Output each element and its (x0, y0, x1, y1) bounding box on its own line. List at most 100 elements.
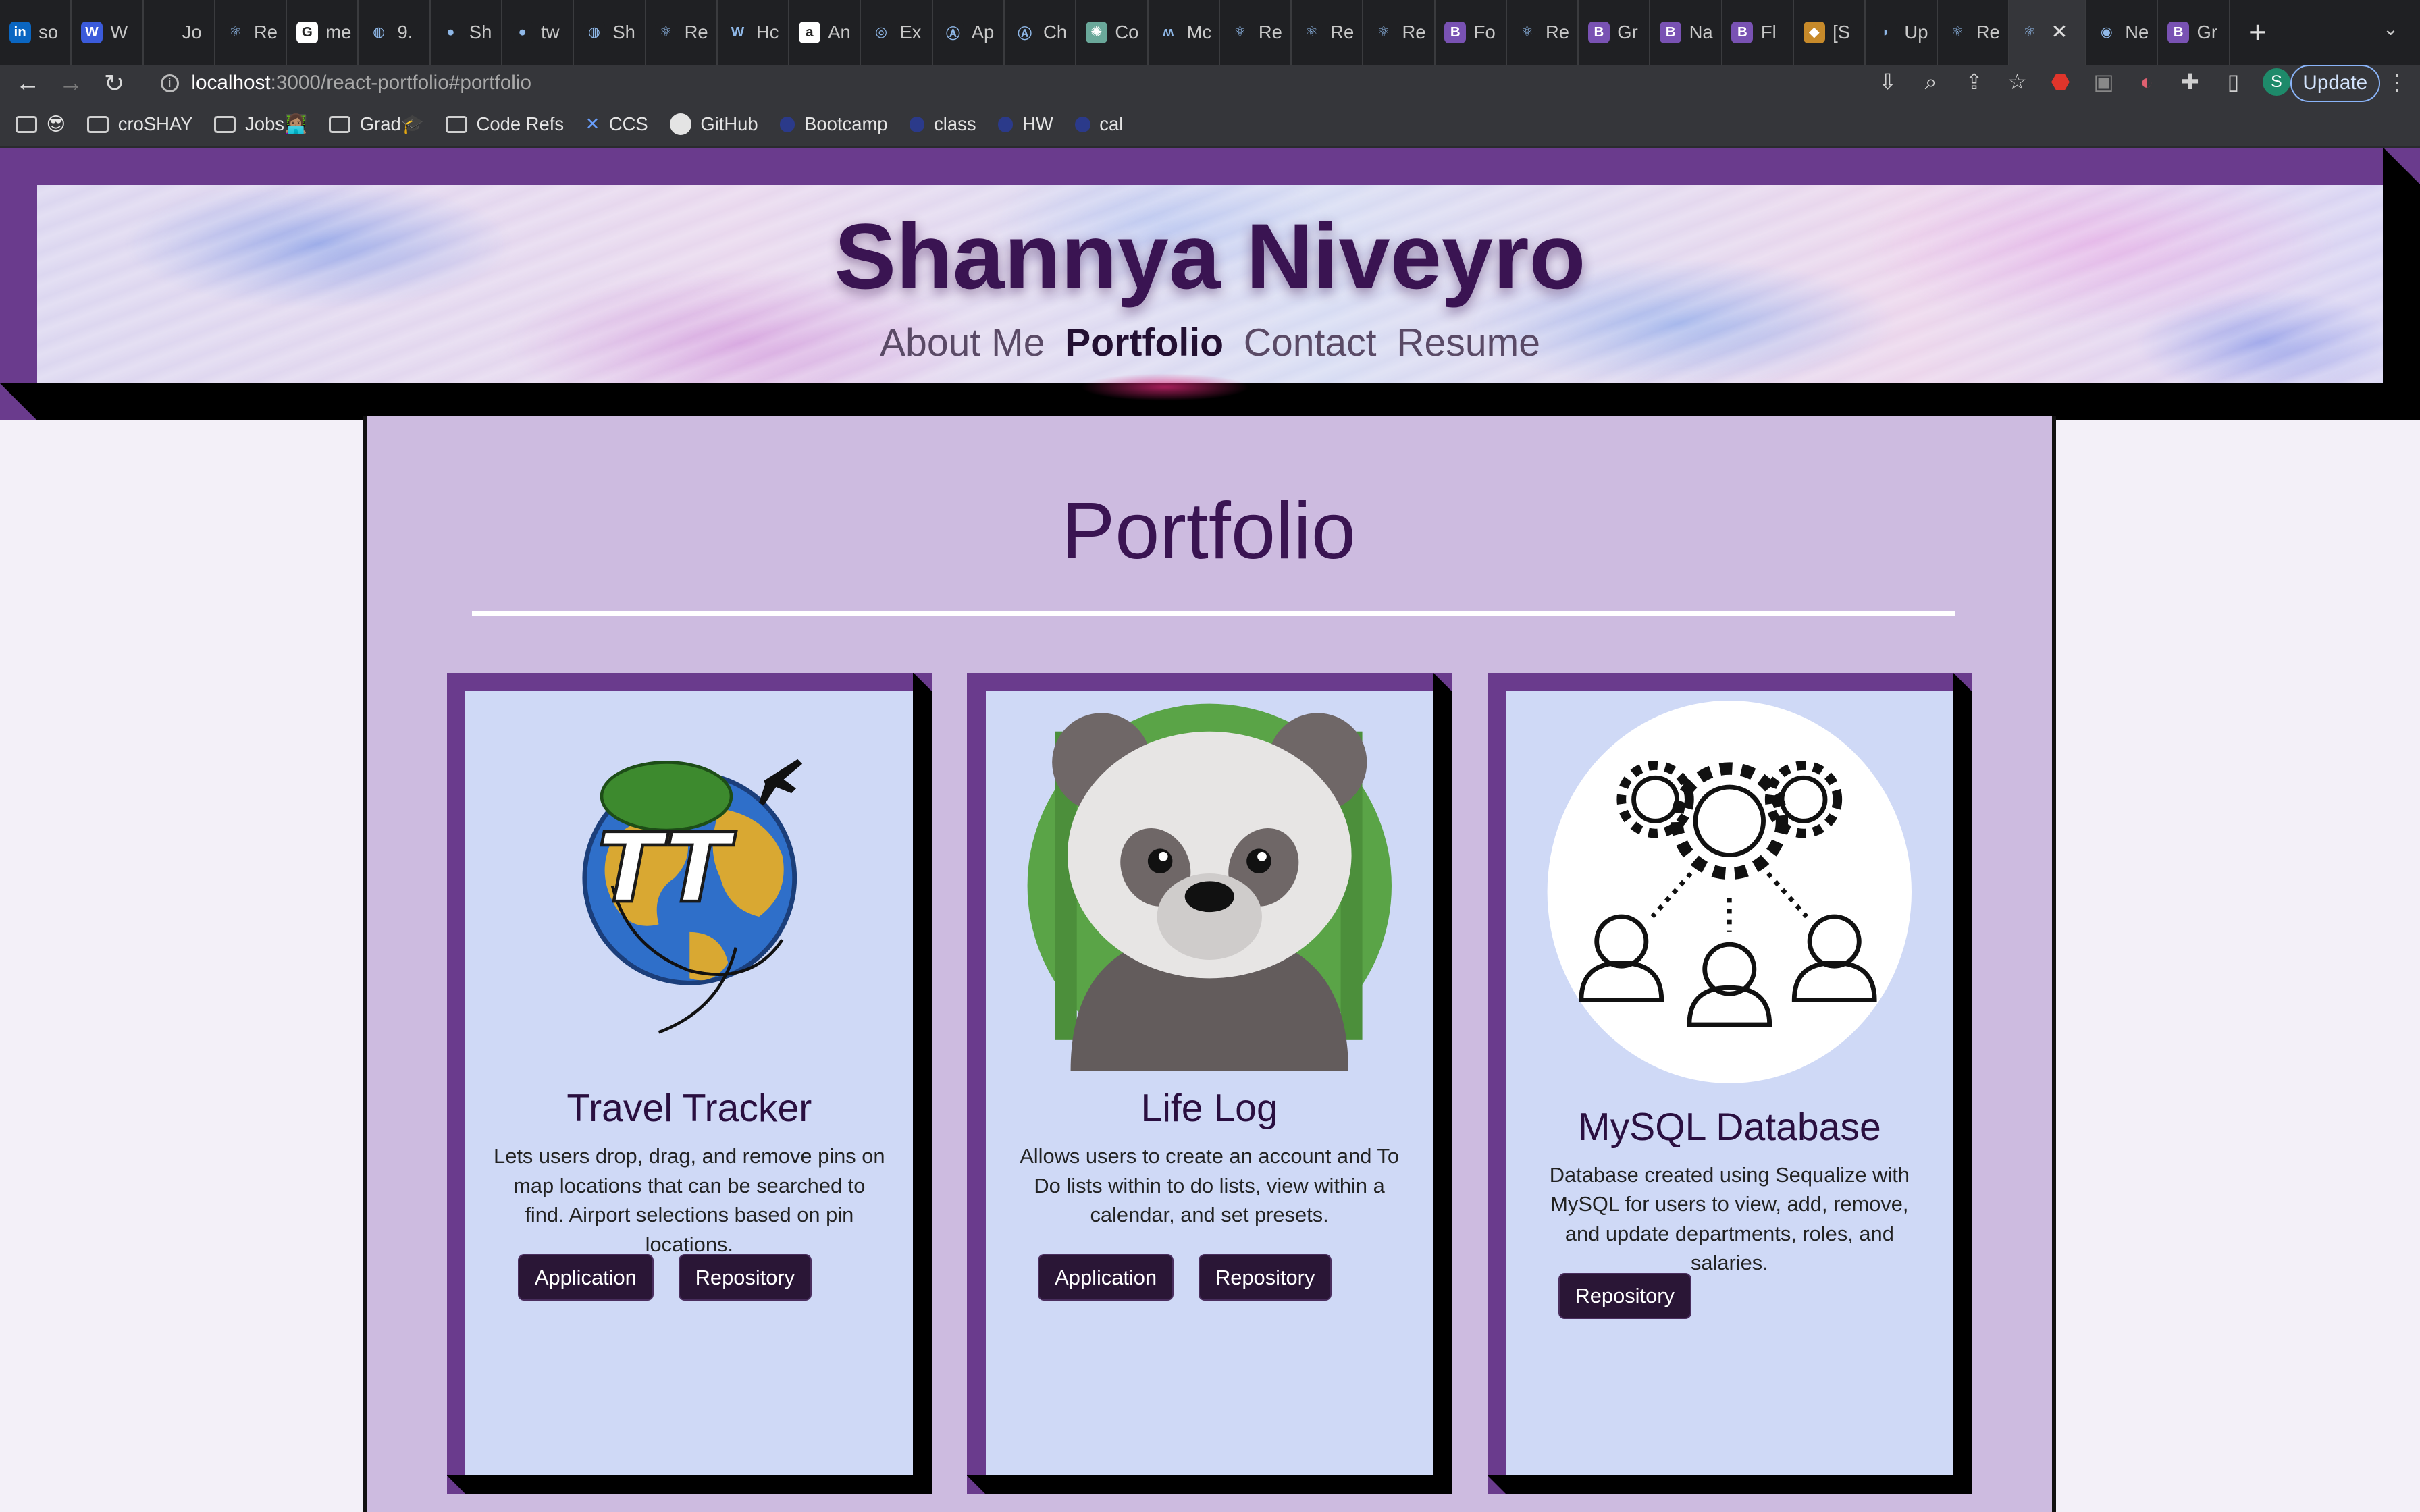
bookmark-item[interactable]: cal (1074, 113, 1123, 135)
extensions-puzzle-icon[interactable]: ✚ (2176, 68, 2204, 96)
repository-button[interactable]: Repository (1199, 1254, 1332, 1301)
browser-tab[interactable]: ● Sh (431, 0, 502, 65)
m-icon: ʍ (1157, 22, 1180, 43)
react-icon: ⚛ (1373, 22, 1395, 43)
bookmark-item[interactable]: ✕ CCS (585, 113, 648, 135)
panda-illustration (1027, 703, 1392, 1071)
browser-tab[interactable]: Jo (144, 0, 215, 65)
bootstrap-icon: B (1444, 22, 1467, 43)
browser-tab[interactable]: Ⓐ Ch (1005, 0, 1077, 65)
browser-tab[interactable]: ⚛ Re (1220, 0, 1292, 65)
bee-icon: ◗ (1875, 22, 1897, 43)
browser-tab[interactable]: ⚛ Re (215, 0, 288, 65)
address-bar[interactable]: i localhost:3000/react-portfolio#portfol… (145, 65, 2031, 102)
back-icon[interactable]: ← (6, 69, 49, 97)
project-card-frame: MySQL Database Database created using Se… (1487, 672, 1972, 1494)
repository-button[interactable]: Repository (678, 1254, 812, 1301)
bookmark-star-icon[interactable]: ☆ (2003, 68, 2031, 96)
browser-tab[interactable]: ʍ Mc (1149, 0, 1220, 65)
profile-avatar[interactable]: S (2262, 68, 2290, 96)
header-frame: Shannya Niveyro About Me Portfolio Contact… (0, 148, 2420, 420)
tab-title: Re (1330, 21, 1354, 43)
globe-icon: ◍ (583, 22, 605, 43)
browser-tab[interactable]: ◆ [S (1794, 0, 1866, 65)
bootstrap-icon: B (2167, 22, 2190, 43)
browser-tab[interactable]: Ⓐ Ap (933, 0, 1005, 65)
share-icon[interactable]: ⇪ (1960, 68, 1988, 96)
browser-tab[interactable]: W Hc (718, 0, 790, 65)
application-button[interactable]: Application (518, 1254, 654, 1301)
extension-camera-icon[interactable]: ◐ (2133, 68, 2161, 96)
github-icon (669, 113, 691, 136)
tab-title: Up (1904, 21, 1928, 43)
reload-icon[interactable]: ↻ (93, 69, 136, 98)
bookmark-item[interactable]: class (909, 113, 976, 135)
extension-shield-icon[interactable]: ⬣ (2047, 68, 2074, 96)
browser-tab[interactable]: ⚛ Re (646, 0, 718, 65)
linkedin-icon: in (9, 22, 31, 43)
browser-tab[interactable]: ⚛ Re (1363, 0, 1436, 65)
nav-link-resume[interactable]: Resume (1396, 321, 1540, 365)
browser-tab[interactable]: ◍ 9. (359, 0, 431, 65)
tab-title: so (38, 21, 59, 43)
browser-toolbar: ← → ↻ i localhost:3000/react-portfolio#p… (0, 64, 2420, 102)
react-icon: ⚛ (2023, 24, 2036, 40)
browser-tab[interactable]: WW (72, 0, 144, 65)
react-icon: ⚛ (1516, 22, 1538, 43)
bookmark-label: GitHub (700, 113, 758, 135)
bookmark-item[interactable]: Code Refs (445, 113, 564, 135)
nav-link-contact[interactable]: Contact (1244, 321, 1377, 365)
browser-menu-icon[interactable]: ⋮ (2386, 70, 2408, 95)
tab-title: W (110, 21, 128, 43)
browser-tab[interactable]: ⚛ Re (1292, 0, 1364, 65)
bookmark-item[interactable]: GitHub (669, 113, 758, 136)
browser-tab[interactable]: ◉ Ne (2086, 0, 2159, 65)
bookmark-item[interactable]: 😎 (15, 113, 65, 135)
browser-tab[interactable]: B Gr (2158, 0, 2230, 65)
new-tab-icon[interactable]: + (2230, 15, 2286, 50)
site-info-icon[interactable]: i (160, 74, 180, 93)
browser-tab[interactable]: a An (789, 0, 862, 65)
update-button[interactable]: Update (2290, 64, 2380, 102)
bootstrap-icon: B (1660, 22, 1682, 43)
forward-icon[interactable]: → (49, 69, 93, 97)
side-panel-icon[interactable]: ▯ (2219, 68, 2247, 96)
browser-tab[interactable]: B Gr (1579, 0, 1651, 65)
repository-button[interactable]: Repository (1558, 1272, 1691, 1320)
bookmark-item[interactable]: Bootcamp (779, 113, 888, 135)
bookmark-label: CCS (608, 113, 648, 135)
project-description: Lets users drop, drag, and remove pins o… (494, 1144, 885, 1256)
browser-tab[interactable]: ✺ Co (1076, 0, 1149, 65)
main-nav: About Me Portfolio Contact Resume (37, 321, 2383, 365)
browser-tab[interactable]: ◎ Ex (861, 0, 933, 65)
install-app-icon[interactable]: ⇩ (1874, 68, 1901, 96)
tab-search-icon[interactable]: ⌄ (2383, 18, 2398, 40)
bookmark-item[interactable]: croSHAY (87, 113, 192, 135)
browser-tab[interactable]: ⚛ Re (1507, 0, 1579, 65)
browser-tab[interactable]: in so (0, 0, 72, 65)
extension-box-icon[interactable]: ▣ (2090, 68, 2118, 96)
browser-tab[interactable]: B Na (1650, 0, 1722, 65)
bookmark-item[interactable]: Grad🎓 (329, 113, 424, 135)
svg-text:TT: TT (597, 813, 736, 924)
nav-active-glow (1080, 373, 1251, 402)
browser-tab[interactable]: B Fl (1722, 0, 1795, 65)
bookmark-item[interactable]: Jobs👩🏽‍💻 (214, 113, 307, 135)
browser-tab[interactable]: ⚛ Re (1938, 0, 2009, 65)
application-button[interactable]: Application (1038, 1254, 1174, 1301)
nav-link-portfolio[interactable]: Portfolio (1065, 321, 1224, 365)
url-path: :3000/react-portfolio#portfolio (270, 72, 531, 94)
browser-tab[interactable]: Gme (287, 0, 359, 65)
browser-tab[interactable]: ● tw (502, 0, 575, 65)
bookmark-label: Code Refs (476, 113, 564, 135)
ccs-icon: ✕ (585, 115, 600, 134)
close-tab-icon[interactable]: ✕ (2051, 20, 2068, 44)
browser-tab[interactable]: B Fo (1436, 0, 1507, 65)
bookmark-item[interactable]: HW (997, 113, 1053, 135)
browser-tab[interactable]: ◗ Up (1866, 0, 1938, 65)
tab-title: Na (1689, 21, 1713, 43)
nav-link-about-me[interactable]: About Me (880, 321, 1045, 365)
zoom-icon[interactable]: ⌕ (1917, 68, 1945, 96)
browser-tab[interactable]: ◍ Sh (574, 0, 646, 65)
browser-tab-active[interactable]: ⚛ ✕ (2009, 0, 2087, 65)
